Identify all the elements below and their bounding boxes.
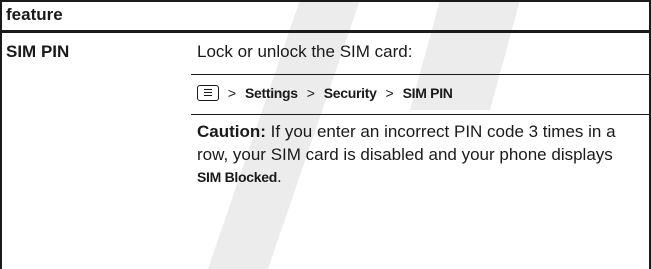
caution-end: . (276, 167, 282, 186)
table-header-feature: feature (6, 5, 63, 24)
table-bottom-border (0, 31, 651, 33)
row-divider (191, 114, 649, 115)
feature-description: Lock or unlock the SIM card: (197, 42, 413, 61)
menu-path: > Settings > Security > SIM PIN (197, 82, 453, 104)
path-separator: > (227, 85, 237, 101)
table-header-row: feature (0, 0, 651, 33)
path-step-settings: Settings (244, 85, 298, 101)
caution-note: Caution: If you enter an incorrect PIN c… (197, 121, 637, 189)
row-divider (191, 74, 649, 75)
feature-table: feature SIM PIN Lock or unlock the SIM c… (0, 0, 651, 269)
menu-key-icon (197, 85, 219, 101)
path-separator: > (306, 85, 315, 101)
feature-name-cell: SIM PIN (6, 42, 70, 61)
path-step-security: Security (323, 85, 377, 101)
path-step-sim-pin: SIM PIN (402, 85, 453, 101)
path-separator: > (385, 85, 394, 101)
table-left-border (0, 0, 2, 269)
caution-label: Caution: (197, 122, 266, 141)
sim-blocked-message: SIM Blocked (197, 169, 277, 185)
